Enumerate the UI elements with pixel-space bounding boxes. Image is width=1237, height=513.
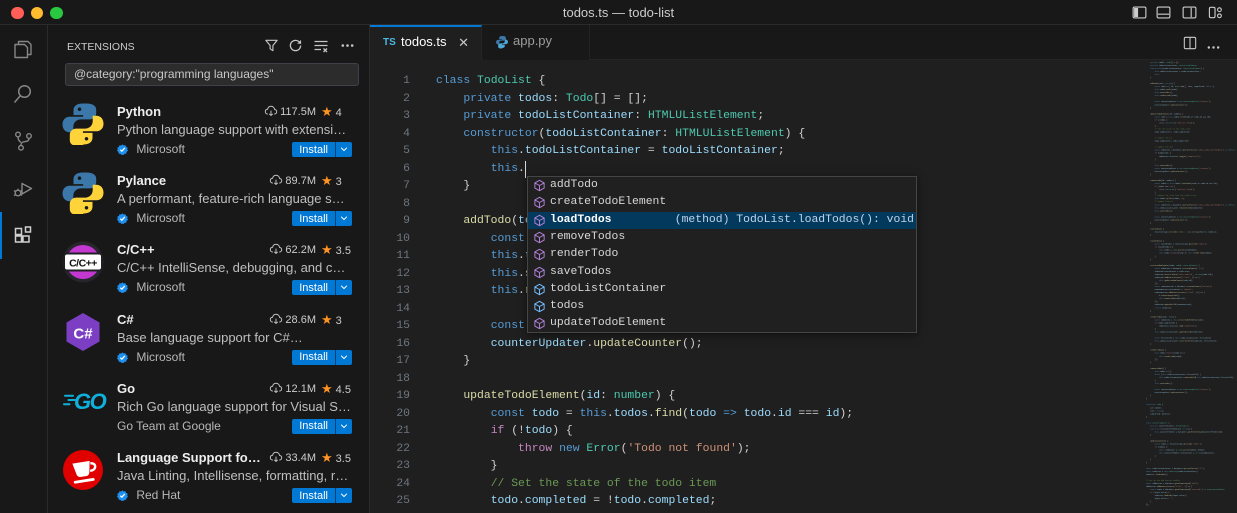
svg-text:C/C++: C/C++ (69, 258, 97, 270)
svg-text:C#: C# (73, 325, 93, 342)
svg-text:GO: GO (74, 389, 107, 414)
